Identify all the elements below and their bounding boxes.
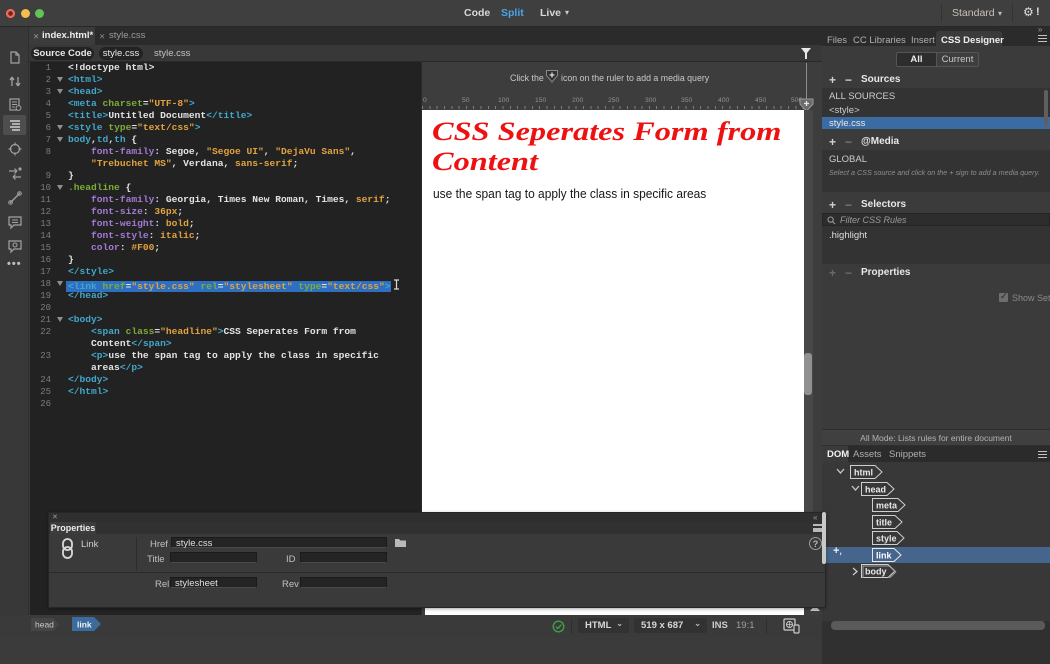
svg-text:html: html bbox=[854, 468, 873, 478]
svg-text:style: style bbox=[876, 534, 897, 544]
svg-text:head: head bbox=[35, 620, 54, 630]
svg-text:title: title bbox=[876, 518, 892, 528]
svg-text:body: body bbox=[865, 567, 887, 577]
svg-text:link: link bbox=[876, 551, 892, 561]
svg-text:meta: meta bbox=[876, 501, 898, 511]
svg-text:link: link bbox=[77, 620, 92, 630]
svg-text:head: head bbox=[865, 485, 886, 495]
